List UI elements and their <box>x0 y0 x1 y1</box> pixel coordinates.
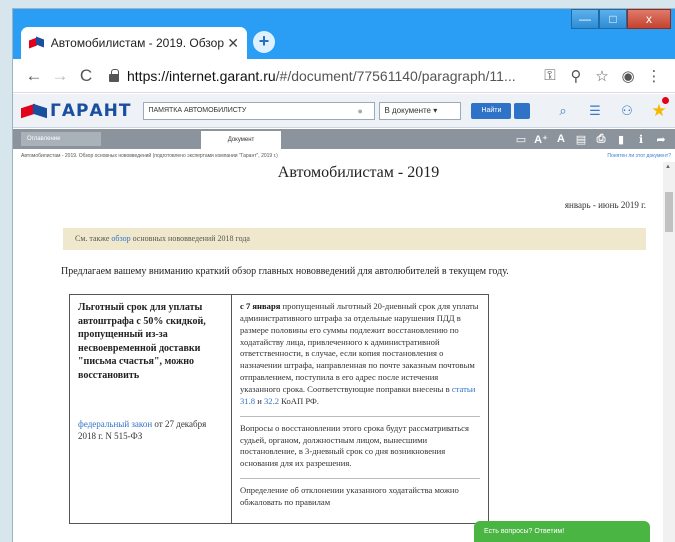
tab-close-icon[interactable]: ✕ <box>227 35 239 52</box>
close-window-button[interactable]: x <box>627 9 671 29</box>
favorites-star-icon[interactable]: ★ <box>643 96 675 121</box>
chevron-down-icon: ▾ <box>433 105 438 115</box>
menu-dots-icon[interactable]: ⋮ <box>641 67 667 85</box>
table-heading: Льготный срок для уплаты автоштрафа с 50… <box>78 302 206 381</box>
bookmark-star-icon[interactable]: ☆ <box>589 67 615 85</box>
paragraph-2: Вопросы о восстановлении этого срока буд… <box>240 415 480 470</box>
document-body: Автомобилистам - 2019 январь - июнь 2019… <box>13 162 664 542</box>
browser-titlebar: Автомобилистам - 2019. Обзор ✕ + — □ x <box>13 9 675 59</box>
back-arrow-icon[interactable]: ← <box>21 66 47 86</box>
page-title: Автомобилистам - 2019 <box>277 164 440 181</box>
zoom-icon[interactable]: ⚲ <box>563 67 589 85</box>
advanced-search-button[interactable] <box>514 102 531 119</box>
save-icon[interactable]: ▤ <box>571 133 591 146</box>
feedback-link[interactable]: Понятен ли этот документ? <box>607 150 671 162</box>
scope-select-value: В документе <box>384 105 432 115</box>
see-also-prefix: См. также <box>75 234 110 243</box>
address-bar[interactable]: https://internet.garant.ru /#/document/7… <box>107 63 529 89</box>
browser-tab[interactable]: Автомобилистам - 2019. Обзор ✕ <box>21 27 247 59</box>
key-icon[interactable]: ⚿ <box>537 67 563 84</box>
garant-favicon-icon <box>29 36 45 50</box>
search-clear-icon[interactable]: ● <box>357 106 371 116</box>
account-icon[interactable]: ◉ <box>615 67 641 85</box>
law-reference: федеральный закон от 27 декабря 2018 г. … <box>78 418 223 442</box>
garant-logo-icon <box>21 102 47 120</box>
scroll-thumb[interactable] <box>665 192 673 232</box>
scroll-up-icon[interactable]: ▲ <box>665 164 671 170</box>
minimize-button[interactable]: — <box>571 9 599 29</box>
font-decrease-icon[interactable]: A <box>551 133 571 146</box>
paragraph-3: Определение об отклонении указанного ход… <box>240 478 480 509</box>
garant-header: ГАРАНТ ПАМЯТКА АВТОМОБИЛИСТУ ● В докумен… <box>13 94 675 128</box>
filter-icon[interactable]: ⌕ <box>547 103 579 119</box>
document-scrollbar[interactable]: ▲ <box>663 162 675 542</box>
intro-text: Предлагаем вашему вниманию краткий обзор… <box>61 266 509 277</box>
logo-text: ГАРАНТ <box>50 100 132 121</box>
breadcrumb-path: Автомобилистам - 2019. Обзор основных но… <box>21 153 278 159</box>
paragraph-1: с 7 января пропущенный льготный 20-дневн… <box>240 301 480 408</box>
garant-logo[interactable]: ГАРАНТ <box>21 101 131 121</box>
article-32-2-link[interactable]: 32.2 <box>264 396 279 406</box>
see-also-suffix: основных нововведений 2018 года <box>132 234 250 243</box>
bookmark-icon[interactable]: ▮ <box>611 133 631 146</box>
search-input[interactable]: ПАМЯТКА АВТОМОБИЛИСТУ <box>143 101 376 120</box>
card-icon[interactable]: ▭ <box>511 133 531 146</box>
browser-toolbar: ← → C https://internet.garant.ru /#/docu… <box>13 59 675 93</box>
paragraph-1-text: пропущенный льготный 20-дневный срок для… <box>240 301 479 395</box>
document-subbar: Оглавление Документ ▭ A⁺ A ▤ ⎙ ▮ ℹ ➦ <box>13 129 675 149</box>
paragraph-1-date: с 7 января <box>240 301 281 311</box>
breadcrumb: Автомобилистам - 2019. Обзор основных но… <box>13 150 675 162</box>
url-path: /#/document/77561140/paragraph/11... <box>275 67 516 84</box>
chat-button[interactable]: Есть вопросы? Ответим! <box>474 521 650 542</box>
new-tab-button[interactable]: + <box>253 31 275 53</box>
reload-icon[interactable]: C <box>73 66 99 86</box>
url-host: https://internet.garant.ru <box>127 67 276 84</box>
paragraph-1-end: КоАП РФ. <box>281 395 319 406</box>
share-icon[interactable]: ➦ <box>651 133 671 146</box>
law-link[interactable]: федеральный закон <box>78 419 152 429</box>
document-tools: ▭ A⁺ A ▤ ⎙ ▮ ℹ ➦ <box>511 133 675 146</box>
table-right-column: с 7 января пропущенный льготный 20-дневн… <box>232 295 488 523</box>
forward-arrow-icon[interactable]: → <box>47 66 73 86</box>
list-icon[interactable]: ☰ <box>579 103 611 119</box>
find-button[interactable]: Найти <box>471 102 512 119</box>
maximize-button[interactable]: □ <box>599 9 627 29</box>
table-left-column: Льготный срок для уплаты автоштрафа с 50… <box>70 295 232 523</box>
tab-table-of-contents[interactable]: Оглавление <box>21 132 101 146</box>
search-scope-select[interactable]: В документе ▾ <box>379 101 462 120</box>
browser-window: Автомобилистам - 2019. Обзор ✕ + — □ x ←… <box>12 8 675 542</box>
see-also-note: См. также обзор основных нововведений 20… <box>63 228 646 250</box>
document-date: январь - июнь 2019 г. <box>564 200 646 210</box>
info-icon[interactable]: ℹ <box>631 133 651 146</box>
tab-document[interactable]: Документ <box>201 131 281 149</box>
people-icon[interactable]: ⚇ <box>611 103 643 119</box>
font-increase-icon[interactable]: A⁺ <box>531 133 551 146</box>
window-controls: — □ x <box>571 9 671 29</box>
toolbar-actions: ⚿ ⚲ ☆ ◉ ⋮ <box>537 67 667 85</box>
print-icon[interactable]: ⎙ <box>591 133 611 146</box>
header-icons: ⌕ ☰ ⚇ ★ <box>547 96 675 121</box>
tab-title: Автомобилистам - 2019. Обзор <box>50 36 225 50</box>
paragraph-1-and: и <box>257 395 262 406</box>
news-table: Льготный срок для уплаты автоштрафа с 50… <box>69 294 489 524</box>
lock-icon <box>109 68 119 82</box>
see-also-link[interactable]: обзор <box>111 234 130 243</box>
